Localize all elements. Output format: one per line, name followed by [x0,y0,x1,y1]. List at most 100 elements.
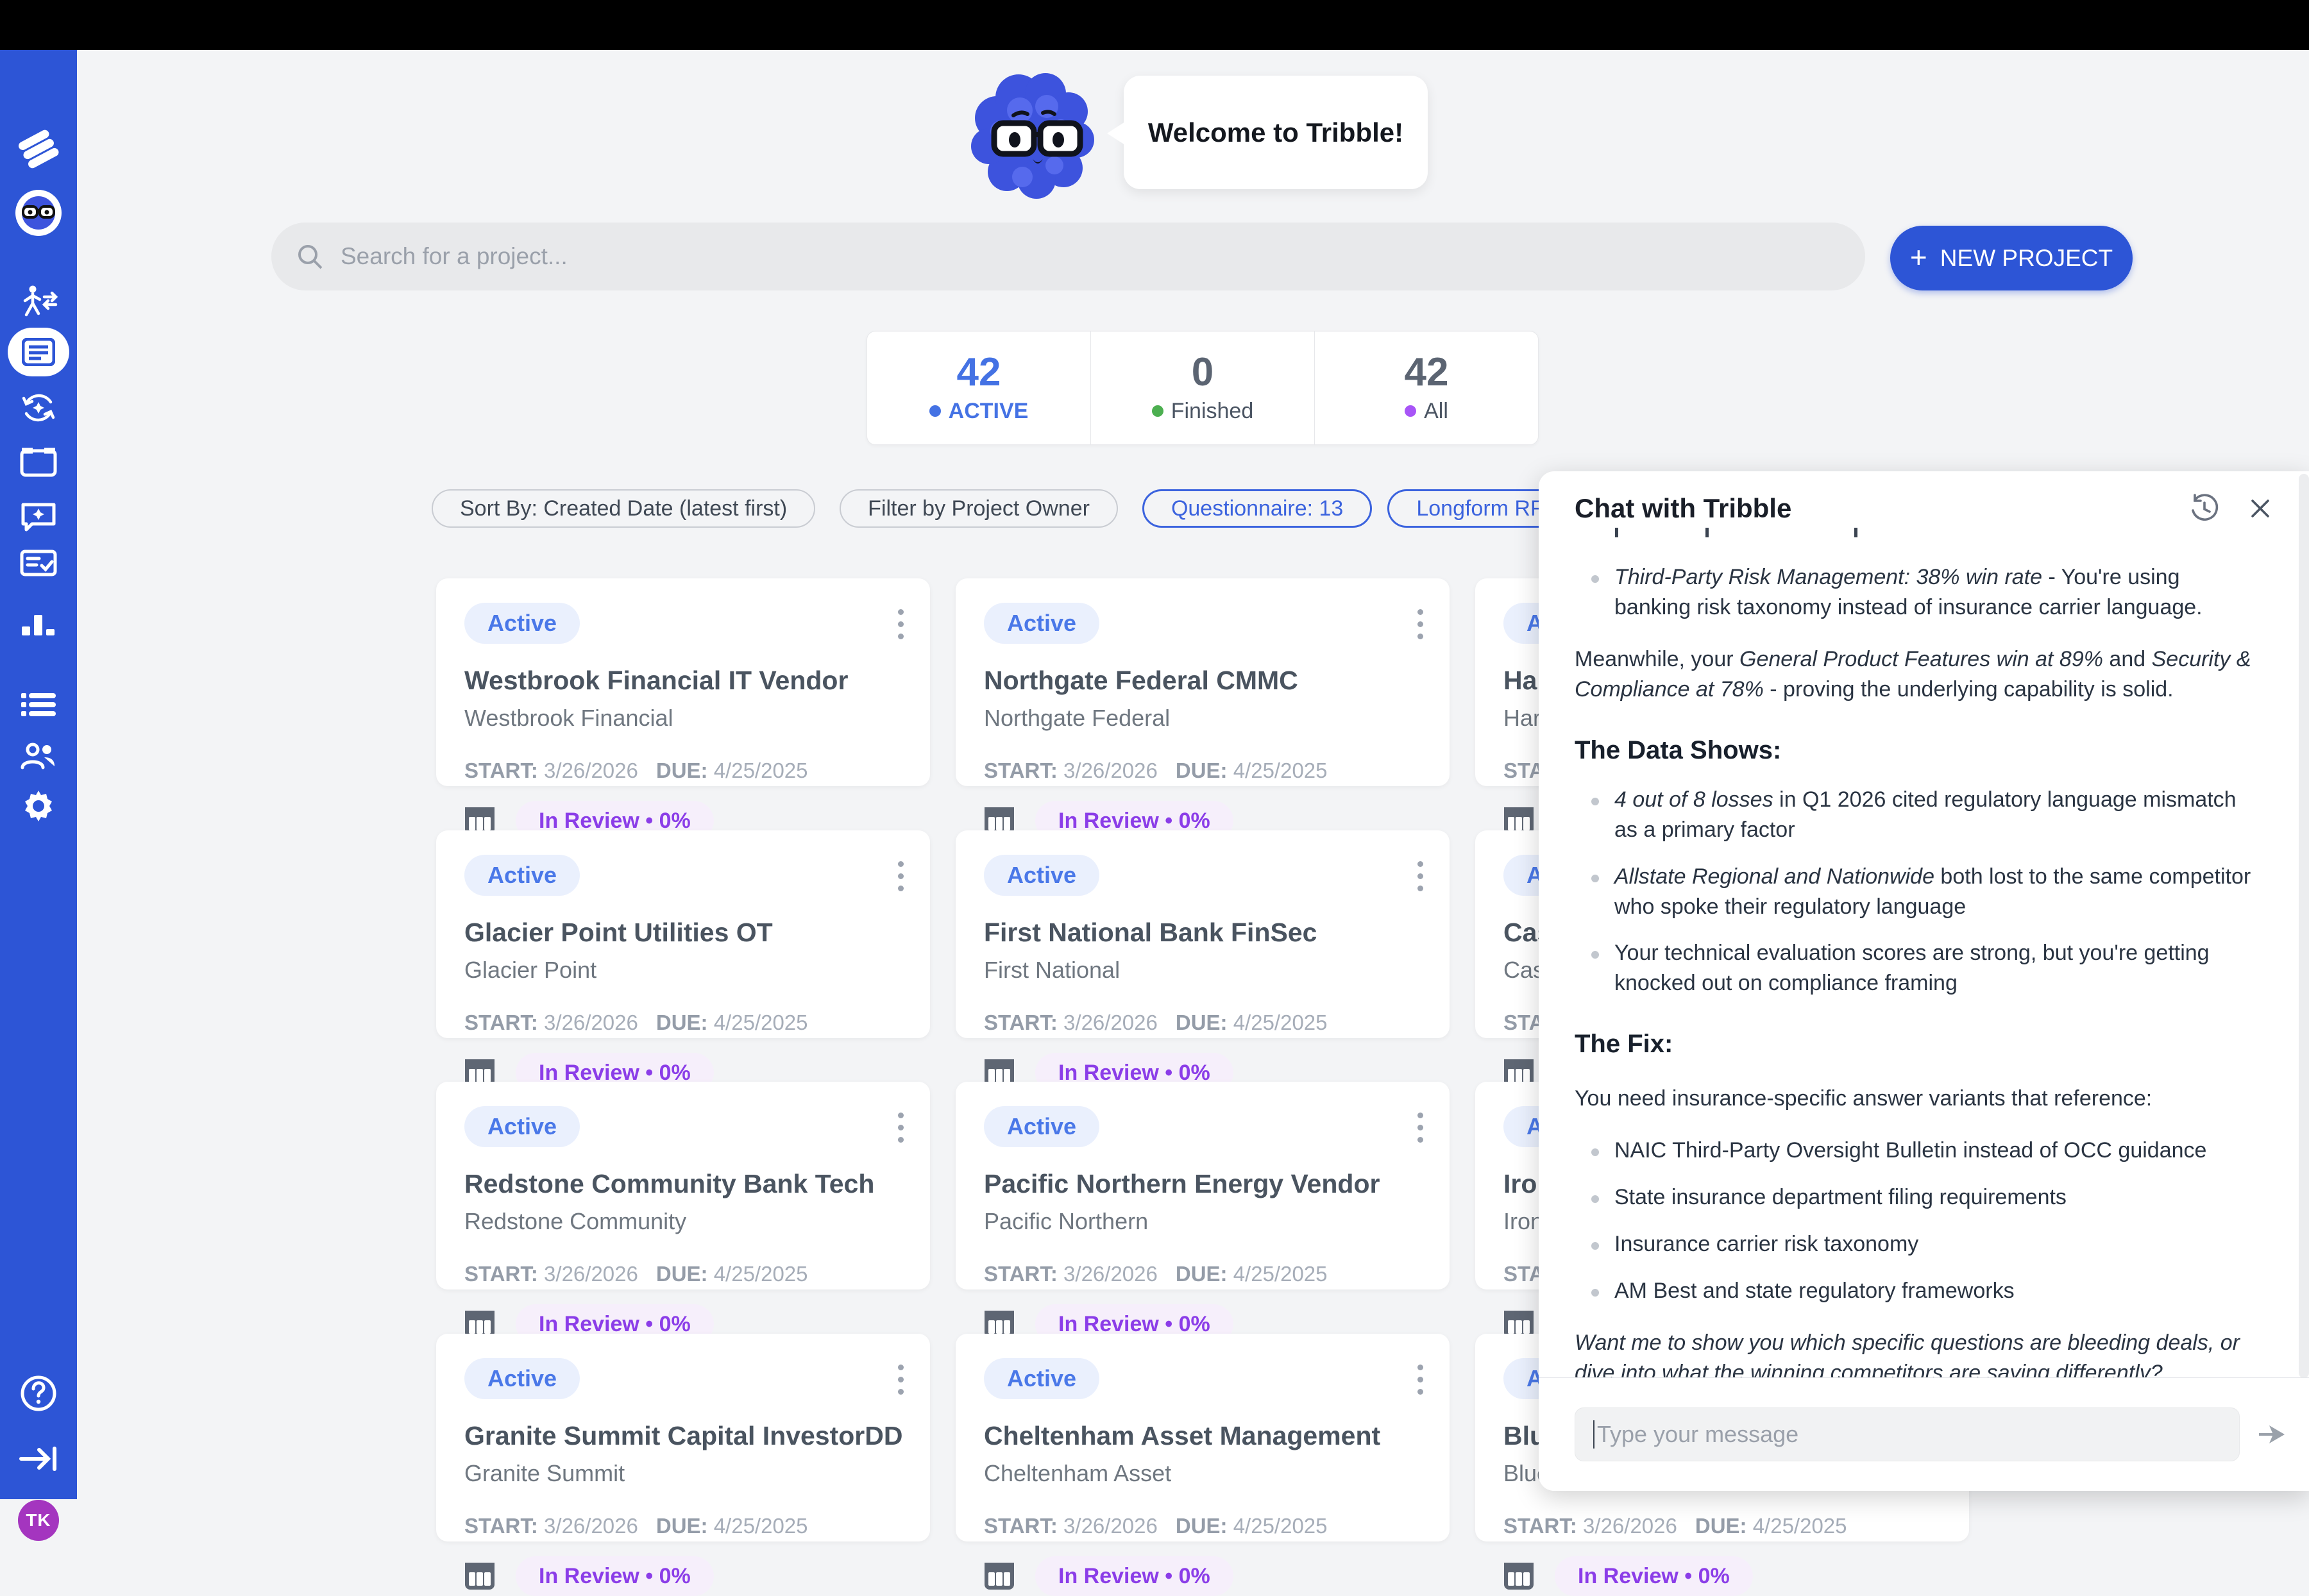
questionnaire-chip[interactable]: Questionnaire: 13 [1142,489,1372,528]
project-title: Cheltenham Asset Management [984,1421,1421,1451]
project-subtitle: Redstone Community [464,1208,902,1235]
chat-bullet-item: NAIC Third-Party Oversight Bulletin inst… [1575,1136,2251,1166]
tribble-logo-icon[interactable] [0,124,77,173]
sidebar-item-content-library[interactable] [0,680,77,729]
selected-nav-pill [8,328,69,376]
kebab-menu-icon[interactable] [898,1113,904,1143]
chat-section-heading: The Fix: [1575,1027,2251,1062]
project-dates: START: 3/26/2026DUE: 4/25/2025 [464,1262,902,1286]
clipped-text-fragment [1705,528,1709,537]
chat-messages: Third-Party Risk Management: 38% win rat… [1539,524,2309,1388]
project-dates: START: 3/26/2026DUE: 4/25/2025 [1503,1514,1941,1538]
kebab-menu-icon[interactable] [1417,1365,1424,1395]
chat-header: Chat with Tribble [1539,471,2309,524]
project-card[interactable]: Active Redstone Community Bank Tech Reds… [436,1082,930,1289]
project-card[interactable]: Active Cheltenham Asset Management Chelt… [956,1334,1450,1541]
project-search[interactable]: Search for a project... [271,223,1865,290]
sidebar-item-projects[interactable] [0,327,77,377]
project-card[interactable]: Active Northgate Federal CMMC Northgate … [956,578,1450,786]
stat-all-label: All [1424,399,1448,424]
kebab-menu-icon[interactable] [1417,609,1424,639]
text-caret [1593,1420,1594,1449]
project-dates: START: 3/26/2026DUE: 4/25/2025 [984,1514,1421,1538]
search-icon [296,242,324,271]
filter-owner-chip[interactable]: Filter by Project Owner [840,489,1118,528]
sidebar-item-calendar[interactable] [0,437,77,486]
stat-finished[interactable]: 0 Finished [1090,332,1314,444]
project-dates: START: 3/26/2026DUE: 4/25/2025 [984,1262,1421,1286]
project-card[interactable]: Active Granite Summit Capital InvestorDD… [436,1334,930,1541]
project-card[interactable]: Active Pacific Northern Energy Vendor Pa… [956,1082,1450,1289]
sidebar-item-settings[interactable] [0,782,77,830]
stat-finished-label: Finished [1171,399,1254,424]
stat-active[interactable]: 42 ACTIVE [867,332,1090,444]
welcome-text: Welcome to Tribble! [1148,117,1403,148]
chat-title: Chat with Tribble [1575,493,2190,524]
table-columns-icon [984,1562,1015,1590]
kebab-menu-icon[interactable] [898,861,904,891]
plus-icon: + [1910,242,1927,272]
chat-bullet-item: Allstate Regional and Nationwide both lo… [1575,862,2251,922]
status-badge: Active [984,603,1099,644]
active-dot [929,405,941,417]
user-avatar[interactable]: TK [0,1498,77,1543]
status-badge: Active [984,855,1099,896]
tribble-mascot [961,69,1102,204]
chat-panel: Chat with Tribble Third-Party Risk Manag… [1539,471,2309,1491]
sidebar-item-review-checklist[interactable] [0,539,77,587]
project-card[interactable]: Active Westbrook Financial IT Vendor Wes… [436,578,930,786]
status-badge: Active [464,855,580,896]
chat-message-input[interactable]: Type your message [1575,1407,2240,1461]
status-badge: Active [464,1358,580,1399]
project-title: First National Bank FinSec [984,918,1421,948]
logout-icon[interactable] [0,1434,77,1483]
kebab-menu-icon[interactable] [898,1365,904,1395]
close-icon[interactable] [2247,496,2273,521]
kebab-menu-icon[interactable] [1417,861,1424,891]
chat-input-row: Type your message [1539,1377,2309,1491]
project-title: Glacier Point Utilities OT [464,918,902,948]
chat-input-placeholder: Type your message [1597,1421,1798,1448]
project-dates: START: 3/26/2026DUE: 4/25/2025 [984,1011,1421,1035]
stat-all-value: 42 [1405,353,1449,392]
project-title: Granite Summit Capital InvestorDD [464,1421,902,1451]
sidebar-item-sync[interactable] [0,383,77,432]
kebab-menu-icon[interactable] [898,609,904,639]
status-badge: Active [464,603,580,644]
user-avatar-initials: TK [18,1500,59,1541]
chat-paragraph: You need insurance-specific answer varia… [1575,1084,2251,1114]
history-icon[interactable] [2190,494,2219,523]
sidebar-item-team[interactable] [0,731,77,780]
project-card[interactable]: Active Glacier Point Utilities OT Glacie… [436,830,930,1038]
finished-dot [1152,405,1163,417]
project-subtitle: Pacific Northern [984,1208,1421,1235]
help-icon[interactable] [0,1369,77,1418]
sort-by-chip[interactable]: Sort By: Created Date (latest first) [432,489,815,528]
table-columns-icon [464,1562,495,1590]
sidebar-item-analytics[interactable] [0,600,77,649]
project-subtitle: Westbrook Financial [464,705,902,732]
chat-bullet-list: 4 out of 8 losses in Q1 2026 cited regul… [1575,785,2251,998]
new-project-button[interactable]: + NEW PROJECT [1890,226,2133,290]
status-badge: Active [984,1106,1099,1147]
chat-bullet-item: Your technical evaluation scores are str… [1575,938,2251,998]
chat-bullet-item: Insurance carrier risk taxonomy [1575,1229,2251,1259]
project-card[interactable]: Active First National Bank FinSec First … [956,830,1450,1038]
chat-bullet-item: Third-Party Risk Management: 38% win rat… [1575,562,2251,623]
project-dates: START: 3/26/2026DUE: 4/25/2025 [464,1011,902,1035]
sidebar-item-ai-chat[interactable] [0,492,77,541]
sidebar-item-agent-handoff[interactable] [0,277,77,326]
welcome-bubble: Welcome to Tribble! [1124,76,1428,189]
status-badge: Active [464,1106,580,1147]
tribble-avatar-icon[interactable] [0,187,77,239]
chat-section-heading: The Data Shows: [1575,733,2251,768]
stat-active-label: ACTIVE [949,399,1029,424]
kebab-menu-icon[interactable] [1417,1113,1424,1143]
send-button[interactable] [2256,1420,2287,1449]
stat-all[interactable]: 42 All [1314,332,1538,444]
project-title: Pacific Northern Energy Vendor [984,1169,1421,1199]
project-subtitle: Glacier Point [464,957,902,984]
project-title: Westbrook Financial IT Vendor [464,666,902,696]
status-badge: Active [984,1358,1099,1399]
project-subtitle: First National [984,957,1421,984]
